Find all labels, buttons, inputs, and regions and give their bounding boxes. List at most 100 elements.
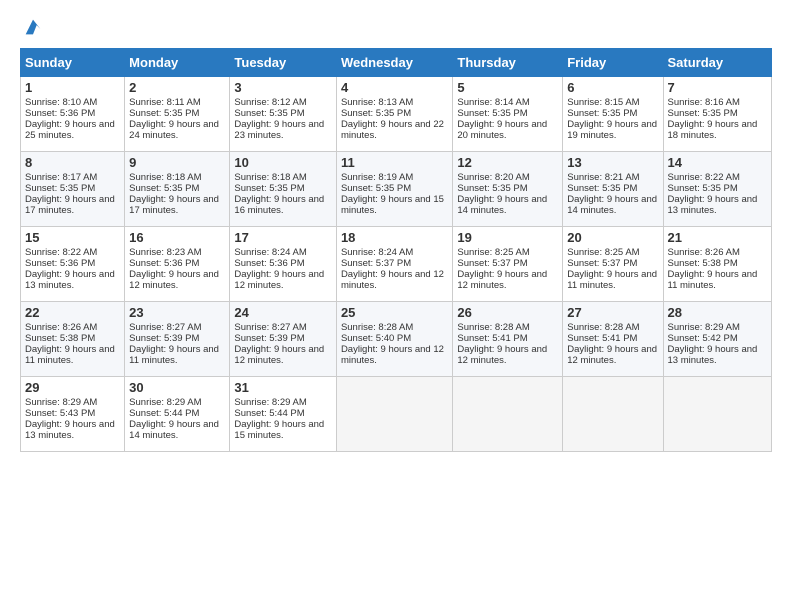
daylight-text: Daylight: 9 hours and 19 minutes. — [567, 119, 657, 141]
day-number: 29 — [25, 380, 120, 395]
day-number: 14 — [668, 155, 767, 170]
calendar-day-cell: 6Sunrise: 8:15 AMSunset: 5:35 PMDaylight… — [563, 77, 663, 152]
day-number: 8 — [25, 155, 120, 170]
calendar-day-cell: 20Sunrise: 8:25 AMSunset: 5:37 PMDayligh… — [563, 227, 663, 302]
sunset-text: Sunset: 5:36 PM — [25, 108, 95, 119]
calendar-day-cell — [453, 377, 563, 452]
calendar-day-cell: 30 Sunrise: 8:29 AMSunset: 5:44 PMDayligh… — [125, 377, 230, 452]
calendar-day-cell — [563, 377, 663, 452]
sunrise-text: Sunrise: 8:28 AM — [341, 322, 413, 333]
sunrise-text: Sunrise: 8:29 AM — [129, 397, 201, 408]
calendar-day-cell: 15 Sunrise: 8:22 AMSunset: 5:36 PMDayligh… — [21, 227, 125, 302]
sunset-text: Sunset: 5:37 PM — [341, 258, 411, 269]
daylight-text: Daylight: 9 hours and 11 minutes. — [668, 269, 758, 291]
sunset-text: Sunset: 5:42 PM — [668, 333, 738, 344]
sunrise-text: Sunrise: 8:21 AM — [567, 172, 639, 183]
sunrise-text: Sunrise: 8:22 AM — [668, 172, 740, 183]
calendar-day-cell — [663, 377, 771, 452]
sunset-text: Sunset: 5:35 PM — [567, 108, 637, 119]
daylight-text: Daylight: 9 hours and 22 minutes. — [341, 119, 444, 141]
daylight-text: Daylight: 9 hours and 12 minutes. — [234, 344, 324, 366]
sunset-text: Sunset: 5:41 PM — [567, 333, 637, 344]
daylight-text: Daylight: 9 hours and 13 minutes. — [25, 419, 115, 441]
daylight-text: Daylight: 9 hours and 15 minutes. — [341, 194, 444, 216]
daylight-text: Daylight: 9 hours and 25 minutes. — [25, 119, 115, 141]
calendar-day-cell: 24Sunrise: 8:27 AMSunset: 5:39 PMDayligh… — [230, 302, 337, 377]
daylight-text: Daylight: 9 hours and 12 minutes. — [341, 269, 444, 291]
sunset-text: Sunset: 5:40 PM — [341, 333, 411, 344]
day-number: 25 — [341, 305, 448, 320]
sunrise-text: Sunrise: 8:24 AM — [341, 247, 413, 258]
daylight-text: Daylight: 9 hours and 13 minutes. — [25, 269, 115, 291]
day-number: 3 — [234, 80, 332, 95]
day-number: 4 — [341, 80, 448, 95]
daylight-text: Daylight: 9 hours and 17 minutes. — [129, 194, 219, 216]
calendar-table: SundayMondayTuesdayWednesdayThursdayFrid… — [20, 48, 772, 452]
sunset-text: Sunset: 5:35 PM — [234, 108, 304, 119]
sunrise-text: Sunrise: 8:17 AM — [25, 172, 97, 183]
sunrise-text: Sunrise: 8:29 AM — [25, 397, 97, 408]
calendar-day-cell: 27Sunrise: 8:28 AMSunset: 5:41 PMDayligh… — [563, 302, 663, 377]
sunset-text: Sunset: 5:36 PM — [25, 258, 95, 269]
calendar-day-cell: 2Sunrise: 8:11 AMSunset: 5:35 PMDaylight… — [125, 77, 230, 152]
sunrise-text: Sunrise: 8:24 AM — [234, 247, 306, 258]
sunrise-text: Sunrise: 8:18 AM — [234, 172, 306, 183]
calendar-day-cell: 7Sunrise: 8:16 AMSunset: 5:35 PMDaylight… — [663, 77, 771, 152]
sunrise-text: Sunrise: 8:16 AM — [668, 97, 740, 108]
sunrise-text: Sunrise: 8:12 AM — [234, 97, 306, 108]
sunrise-text: Sunrise: 8:26 AM — [668, 247, 740, 258]
day-number: 15 — [25, 230, 120, 245]
calendar-day-cell: 11Sunrise: 8:19 AMSunset: 5:35 PMDayligh… — [336, 152, 452, 227]
sunset-text: Sunset: 5:44 PM — [234, 408, 304, 419]
calendar-header-wednesday: Wednesday — [336, 49, 452, 77]
sunrise-text: Sunrise: 8:28 AM — [457, 322, 529, 333]
daylight-text: Daylight: 9 hours and 17 minutes. — [25, 194, 115, 216]
calendar-day-cell: 26Sunrise: 8:28 AMSunset: 5:41 PMDayligh… — [453, 302, 563, 377]
sunrise-text: Sunrise: 8:29 AM — [234, 397, 306, 408]
day-number: 13 — [567, 155, 658, 170]
day-number: 30 — [129, 380, 225, 395]
sunrise-text: Sunrise: 8:18 AM — [129, 172, 201, 183]
calendar-day-cell: 23Sunrise: 8:27 AMSunset: 5:39 PMDayligh… — [125, 302, 230, 377]
day-number: 20 — [567, 230, 658, 245]
daylight-text: Daylight: 9 hours and 14 minutes. — [129, 419, 219, 441]
calendar-header-sunday: Sunday — [21, 49, 125, 77]
sunset-text: Sunset: 5:35 PM — [234, 183, 304, 194]
daylight-text: Daylight: 9 hours and 11 minutes. — [129, 344, 219, 366]
calendar-day-cell: 3Sunrise: 8:12 AMSunset: 5:35 PMDaylight… — [230, 77, 337, 152]
day-number: 9 — [129, 155, 225, 170]
sunrise-text: Sunrise: 8:23 AM — [129, 247, 201, 258]
sunrise-text: Sunrise: 8:27 AM — [129, 322, 201, 333]
day-number: 17 — [234, 230, 332, 245]
calendar-day-cell: 10Sunrise: 8:18 AMSunset: 5:35 PMDayligh… — [230, 152, 337, 227]
sunset-text: Sunset: 5:35 PM — [341, 183, 411, 194]
sunrise-text: Sunrise: 8:22 AM — [25, 247, 97, 258]
sunrise-text: Sunrise: 8:20 AM — [457, 172, 529, 183]
calendar-day-cell: 28Sunrise: 8:29 AMSunset: 5:42 PMDayligh… — [663, 302, 771, 377]
sunset-text: Sunset: 5:44 PM — [129, 408, 199, 419]
day-number: 19 — [457, 230, 558, 245]
daylight-text: Daylight: 9 hours and 11 minutes. — [567, 269, 657, 291]
daylight-text: Daylight: 9 hours and 12 minutes. — [457, 269, 547, 291]
sunset-text: Sunset: 5:41 PM — [457, 333, 527, 344]
sunset-text: Sunset: 5:39 PM — [234, 333, 304, 344]
calendar-day-cell: 31Sunrise: 8:29 AMSunset: 5:44 PMDayligh… — [230, 377, 337, 452]
sunset-text: Sunset: 5:35 PM — [668, 108, 738, 119]
sunset-text: Sunset: 5:35 PM — [129, 183, 199, 194]
sunset-text: Sunset: 5:38 PM — [668, 258, 738, 269]
calendar-day-cell: 9 Sunrise: 8:18 AMSunset: 5:35 PMDaylight… — [125, 152, 230, 227]
calendar-day-cell: 1Sunrise: 8:10 AMSunset: 5:36 PMDaylight… — [21, 77, 125, 152]
sunrise-text: Sunrise: 8:26 AM — [25, 322, 97, 333]
day-number: 22 — [25, 305, 120, 320]
daylight-text: Daylight: 9 hours and 16 minutes. — [234, 194, 324, 216]
sunset-text: Sunset: 5:35 PM — [129, 108, 199, 119]
day-number: 1 — [25, 80, 120, 95]
daylight-text: Daylight: 9 hours and 15 minutes. — [234, 419, 324, 441]
day-number: 26 — [457, 305, 558, 320]
sunrise-text: Sunrise: 8:11 AM — [129, 97, 201, 108]
sunset-text: Sunset: 5:35 PM — [25, 183, 95, 194]
calendar-day-cell: 8 Sunrise: 8:17 AMSunset: 5:35 PMDaylight… — [21, 152, 125, 227]
day-number: 5 — [457, 80, 558, 95]
calendar-header-tuesday: Tuesday — [230, 49, 337, 77]
day-number: 28 — [668, 305, 767, 320]
